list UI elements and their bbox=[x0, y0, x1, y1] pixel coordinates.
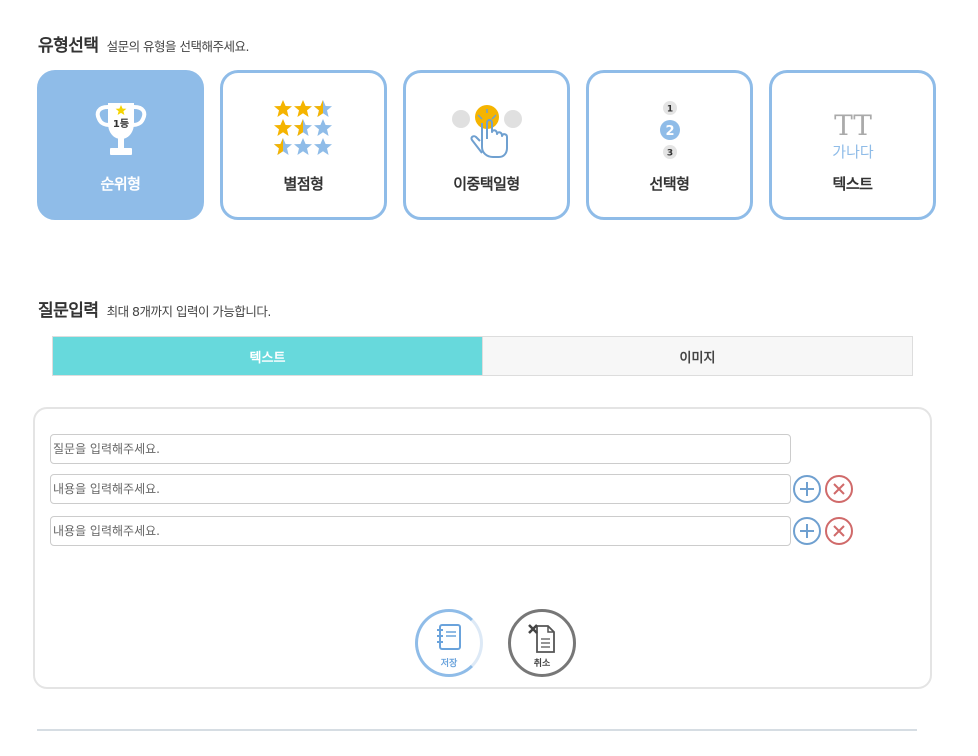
type-card-binary[interactable]: 이중택일형 bbox=[403, 70, 570, 220]
type-card-choice[interactable]: 1 2 3 선택형 bbox=[586, 70, 753, 220]
question-form-panel: 저장 취소 bbox=[33, 407, 932, 689]
type-card-label: 이중택일형 bbox=[453, 175, 520, 193]
save-button[interactable]: 저장 bbox=[415, 609, 483, 677]
close-icon bbox=[833, 483, 845, 495]
type-card-rating[interactable]: 별점형 bbox=[220, 70, 387, 220]
text-icon-letters: TT bbox=[834, 109, 872, 142]
option-row bbox=[50, 474, 853, 504]
trophy-icon: 1등 bbox=[95, 103, 146, 155]
question-input[interactable] bbox=[50, 434, 791, 464]
choice-number: 3 bbox=[666, 149, 672, 159]
option-input[interactable] bbox=[50, 474, 791, 504]
input-mode-tabs: 텍스트 이미지 bbox=[52, 336, 913, 376]
plus-icon bbox=[800, 482, 814, 496]
cancel-document-icon bbox=[528, 624, 555, 653]
type-card-label: 선택형 bbox=[649, 175, 690, 193]
type-card-label: 순위형 bbox=[100, 175, 141, 193]
text-icon-korean: 가나다 bbox=[832, 143, 874, 161]
cancel-button-label: 취소 bbox=[533, 659, 551, 669]
type-section-title: 유형선택 bbox=[38, 36, 99, 56]
type-card-list: 1등 순위형 별점형 이중택일형 1 2 3 선택형 TT 가나다 텍스트 bbox=[37, 70, 936, 220]
question-section-description: 최대 8개까지 입력이 가능합니다. bbox=[106, 304, 272, 319]
question-section-header: 질문입력 최대 8개까지 입력이 가능합니다. bbox=[38, 296, 271, 321]
notebook-icon bbox=[437, 624, 461, 650]
option-row bbox=[50, 516, 853, 546]
save-button-label: 저장 bbox=[440, 659, 458, 669]
type-section-header: 유형선택 설문의 유형을 선택해주세요. bbox=[38, 31, 249, 56]
touch-choice-icon bbox=[451, 105, 522, 158]
type-card-text[interactable]: TT 가나다 텍스트 bbox=[769, 70, 936, 220]
choice-number: 2 bbox=[665, 124, 674, 139]
bottom-divider bbox=[37, 729, 917, 731]
add-option-button[interactable] bbox=[793, 517, 821, 545]
close-icon bbox=[833, 525, 845, 537]
choice-number: 1 bbox=[666, 105, 672, 115]
option-input[interactable] bbox=[50, 516, 791, 546]
question-section-title: 질문입력 bbox=[38, 301, 99, 321]
plus-icon bbox=[800, 524, 814, 538]
numbered-choice-icon: 1 2 3 bbox=[659, 101, 680, 159]
cancel-button[interactable]: 취소 bbox=[508, 609, 576, 677]
remove-option-button[interactable] bbox=[825, 475, 853, 503]
question-row bbox=[50, 434, 791, 464]
tab-image[interactable]: 이미지 bbox=[482, 337, 912, 375]
tab-text[interactable]: 텍스트 bbox=[53, 337, 482, 375]
type-card-label: 별점형 bbox=[283, 175, 324, 193]
add-option-button[interactable] bbox=[793, 475, 821, 503]
text-type-icon: TT 가나다 bbox=[832, 109, 874, 161]
remove-option-button[interactable] bbox=[825, 517, 853, 545]
type-section-description: 설문의 유형을 선택해주세요. bbox=[106, 39, 250, 54]
stars-icon bbox=[273, 100, 332, 155]
type-card-label: 텍스트 bbox=[832, 175, 873, 193]
type-card-ranking[interactable]: 1등 순위형 bbox=[37, 70, 204, 220]
trophy-rank-text: 1등 bbox=[112, 118, 128, 130]
